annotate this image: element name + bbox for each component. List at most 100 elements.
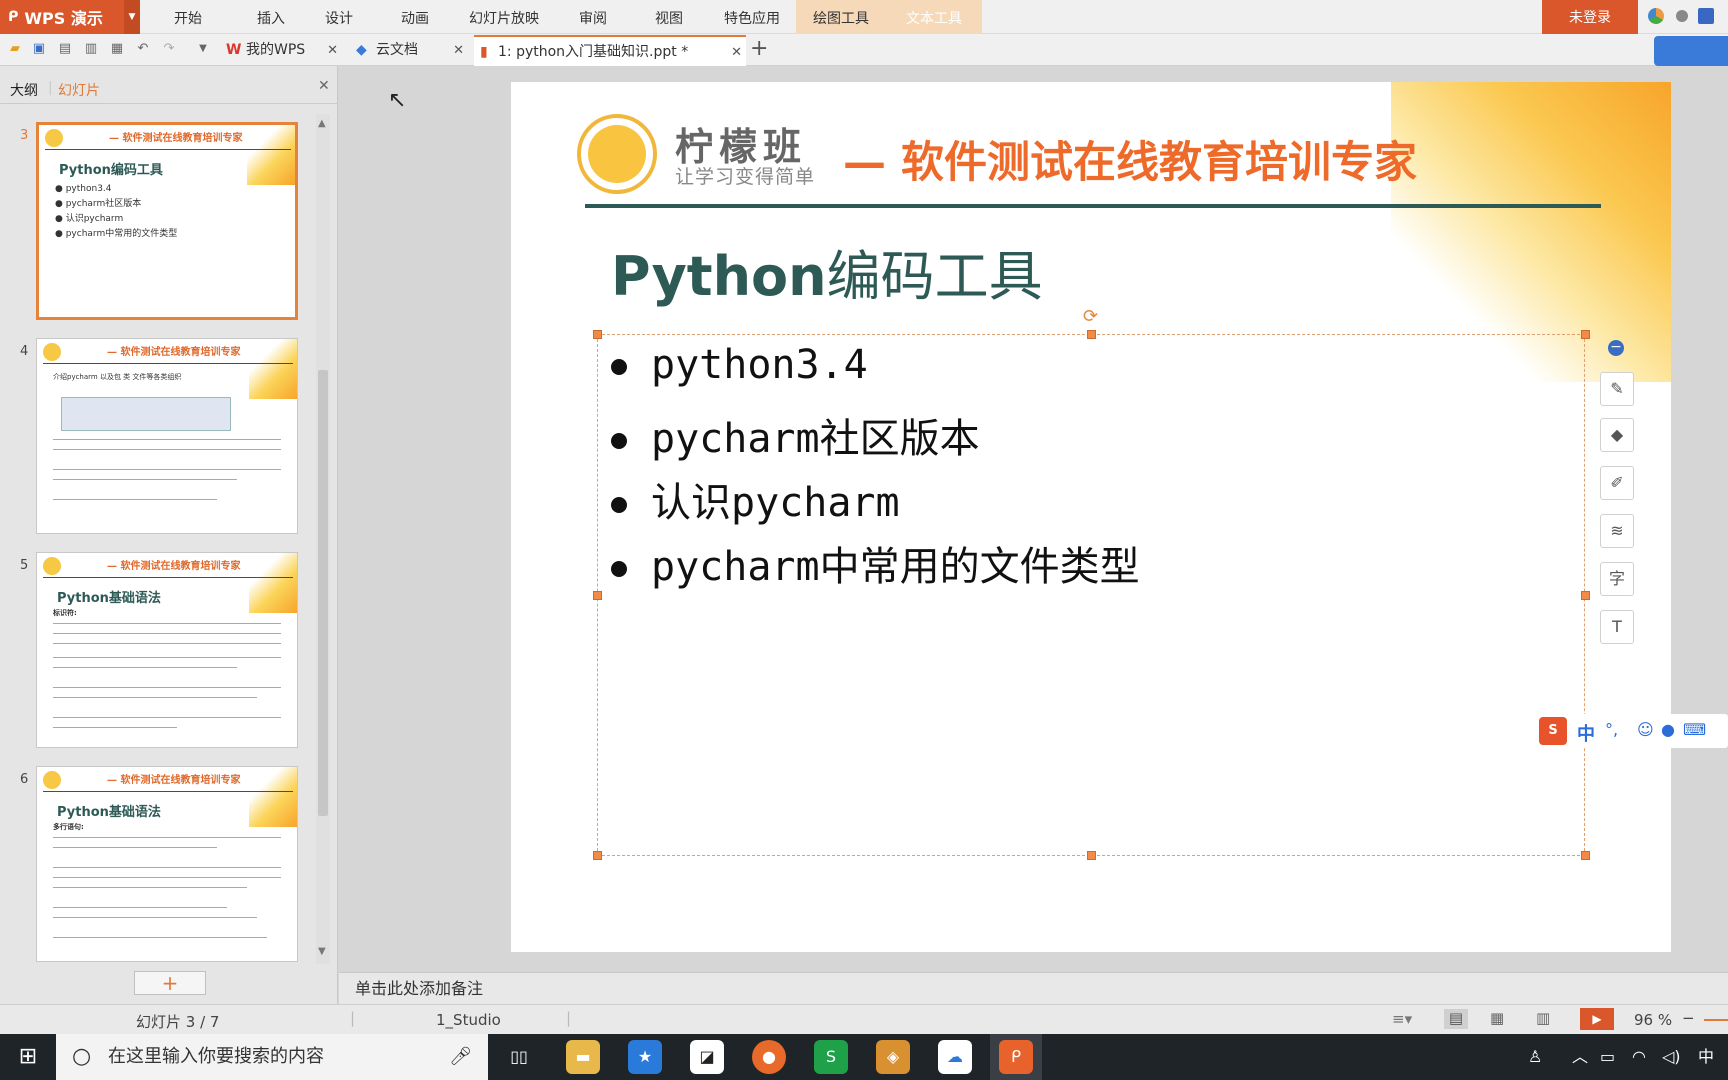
resize-handle[interactable] bbox=[593, 591, 602, 600]
slide-thumbnail-4[interactable]: — 软件测试在线教育培训专家 介绍pycharm 以及包 类 文件等各类组织 bbox=[36, 338, 298, 534]
people-icon[interactable]: ♙ bbox=[1528, 1034, 1542, 1080]
print-icon[interactable]: ▥ bbox=[84, 42, 98, 56]
close-icon[interactable]: ✕ bbox=[453, 35, 464, 66]
slide-thumbnail-3[interactable]: — 软件测试在线教育培训专家 Python编码工具 ● python3.4 ● … bbox=[36, 122, 298, 320]
microphone-icon[interactable]: 🎤︎ bbox=[449, 1034, 472, 1080]
settings-icon[interactable] bbox=[1676, 10, 1688, 22]
quick-access-dropdown-icon[interactable]: ▼ bbox=[196, 42, 210, 56]
tab-cloud-docs[interactable]: ◆ 云文档 ✕ bbox=[352, 35, 468, 66]
ime-toolbar[interactable]: S 中 °, ☺ ● ⌨ bbox=[1535, 714, 1728, 748]
save-icon[interactable]: ▣ bbox=[32, 42, 46, 56]
thumb-line: ● 认识pycharm bbox=[55, 214, 124, 224]
thumb-header: — 软件测试在线教育培训专家 bbox=[107, 775, 241, 786]
new-tab-icon[interactable]: + bbox=[750, 36, 768, 61]
microphone-icon[interactable]: ● bbox=[1661, 720, 1675, 739]
reading-view-icon[interactable]: ▥ bbox=[1536, 1009, 1550, 1027]
volume-icon[interactable]: ◁) bbox=[1662, 1034, 1681, 1080]
add-slide-button[interactable]: + bbox=[134, 971, 206, 995]
scrollbar-thumb[interactable] bbox=[318, 370, 328, 816]
battery-icon[interactable]: ▭ bbox=[1600, 1034, 1615, 1080]
edit-shape-icon[interactable]: ✎ bbox=[1600, 372, 1634, 406]
task-view-icon[interactable]: ▯▯ bbox=[502, 1040, 536, 1074]
docer-icon[interactable] bbox=[1698, 8, 1714, 24]
font-style-icon[interactable]: 字 bbox=[1600, 562, 1634, 596]
selected-textbox-frame[interactable] bbox=[597, 334, 1585, 856]
notes-area[interactable]: 单击此处添加备注 bbox=[339, 972, 1728, 1004]
close-icon[interactable]: ✕ bbox=[327, 35, 338, 66]
menu-review[interactable]: 审阅 bbox=[560, 0, 626, 34]
wps-spreadsheet-icon[interactable]: S bbox=[814, 1040, 848, 1074]
redo-icon[interactable]: ↷ bbox=[162, 42, 176, 56]
firefox-icon[interactable]: ● bbox=[752, 1040, 786, 1074]
slide-thumbnail-6[interactable]: — 软件测试在线教育培训专家 Python基础语法 多行语句: bbox=[36, 766, 298, 962]
tray-chevron-icon[interactable]: ︿ bbox=[1572, 1034, 1588, 1080]
resize-handle[interactable] bbox=[1087, 330, 1096, 339]
sorter-view-icon[interactable]: ▦ bbox=[1490, 1009, 1504, 1027]
wps-app-menu-button[interactable]: ᑭ WPS 演示 ▼ bbox=[0, 0, 140, 34]
menu-text-tools[interactable]: 文本工具 bbox=[886, 0, 982, 34]
print-preview-icon[interactable]: ▦ bbox=[110, 42, 124, 56]
close-icon[interactable]: ✕ bbox=[731, 37, 742, 68]
text-line bbox=[53, 697, 257, 698]
resize-handle[interactable] bbox=[1087, 851, 1096, 860]
skin-icon[interactable] bbox=[1648, 8, 1664, 24]
wps-presentation-taskbar-button[interactable]: ᑭ bbox=[990, 1034, 1042, 1080]
export-pdf-icon[interactable]: ▤ bbox=[58, 42, 72, 56]
taskbar-search-input[interactable]: ○ 在这里输入你要搜索的内容 🎤︎ bbox=[56, 1034, 488, 1080]
slide-thumbnail-5[interactable]: — 软件测试在线教育培训专家 Python基础语法 标识符: bbox=[36, 552, 298, 748]
scroll-up-icon[interactable]: ▲ bbox=[318, 118, 326, 129]
menu-drawing-tools[interactable]: 绘图工具 bbox=[796, 0, 886, 34]
zoom-slider[interactable] bbox=[1704, 1019, 1728, 1021]
tab-outline[interactable]: 大纲 bbox=[10, 80, 38, 100]
normal-view-icon[interactable]: ▤ bbox=[1444, 1009, 1468, 1029]
menu-slideshow[interactable]: 幻灯片放映 bbox=[458, 0, 550, 34]
keyboard-icon[interactable]: ⌨ bbox=[1683, 720, 1706, 739]
baidu-netdisk-icon[interactable]: ☁ bbox=[938, 1040, 972, 1074]
resize-handle[interactable] bbox=[593, 330, 602, 339]
ime-lang[interactable]: 中 bbox=[1577, 720, 1595, 746]
menu-animation[interactable]: 动画 bbox=[382, 0, 448, 34]
menu-start[interactable]: 开始 bbox=[140, 0, 236, 34]
tab-python-ppt[interactable]: ▮ 1: python入门基础知识.ppt * ✕ bbox=[474, 35, 746, 66]
slide-counter: 幻灯片 3 / 7 bbox=[136, 1013, 220, 1031]
resize-handle[interactable] bbox=[1581, 330, 1590, 339]
resize-handle[interactable] bbox=[1581, 591, 1590, 600]
sticky-notes-icon[interactable]: ◪ bbox=[690, 1040, 724, 1074]
collapse-icon[interactable]: − bbox=[1608, 340, 1624, 356]
text-line bbox=[53, 937, 267, 938]
menu-insert[interactable]: 插入 bbox=[236, 0, 306, 34]
fill-bucket-icon[interactable]: ◆ bbox=[1600, 418, 1634, 452]
text-effect-icon[interactable]: T bbox=[1600, 610, 1634, 644]
close-icon[interactable]: ✕ bbox=[318, 78, 330, 94]
tab-my-wps[interactable]: W 我的WPS ✕ bbox=[222, 35, 342, 66]
ime-punct[interactable]: °, bbox=[1605, 720, 1618, 739]
divider bbox=[43, 363, 293, 364]
undo-icon[interactable]: ↶ bbox=[136, 42, 150, 56]
windows-start-icon[interactable]: ⊞ bbox=[0, 1034, 56, 1080]
resize-handle[interactable] bbox=[593, 851, 602, 860]
zoom-level[interactable]: 96 % bbox=[1634, 1011, 1672, 1029]
resize-handle[interactable] bbox=[1581, 851, 1590, 860]
slide-title[interactable]: Python编码工具 bbox=[611, 232, 1043, 311]
rotate-handle-icon[interactable]: ⟳ bbox=[1083, 306, 1098, 327]
tab-slides[interactable]: 幻灯片 bbox=[58, 80, 100, 100]
pycharm-icon[interactable]: ◈ bbox=[876, 1040, 910, 1074]
login-button[interactable]: 未登录 bbox=[1542, 0, 1638, 34]
file-explorer-icon[interactable]: ▬ bbox=[566, 1040, 600, 1074]
chevron-down-icon[interactable]: ▼ bbox=[124, 0, 140, 34]
emoji-icon[interactable]: ☺ bbox=[1637, 720, 1654, 739]
cloud-sync-button[interactable] bbox=[1654, 36, 1728, 66]
menu-design[interactable]: 设计 bbox=[306, 0, 372, 34]
outline-pen-icon[interactable]: ✐ bbox=[1600, 466, 1634, 500]
ime-indicator[interactable]: 中 bbox=[1698, 1034, 1714, 1080]
menu-view[interactable]: 视图 bbox=[636, 0, 702, 34]
layers-icon[interactable]: ≋ bbox=[1600, 514, 1634, 548]
app-store-icon[interactable]: ★ bbox=[628, 1040, 662, 1074]
scroll-down-icon[interactable]: ▼ bbox=[318, 946, 326, 957]
notes-toggle-icon[interactable]: ≡▾ bbox=[1392, 1010, 1412, 1028]
open-icon[interactable]: ▰ bbox=[8, 42, 22, 56]
zoom-out-icon[interactable]: − bbox=[1682, 1009, 1695, 1027]
play-slideshow-icon[interactable]: ▶ bbox=[1580, 1008, 1614, 1030]
menu-special[interactable]: 特色应用 bbox=[712, 0, 792, 34]
wifi-icon[interactable]: ◠ bbox=[1632, 1034, 1646, 1080]
